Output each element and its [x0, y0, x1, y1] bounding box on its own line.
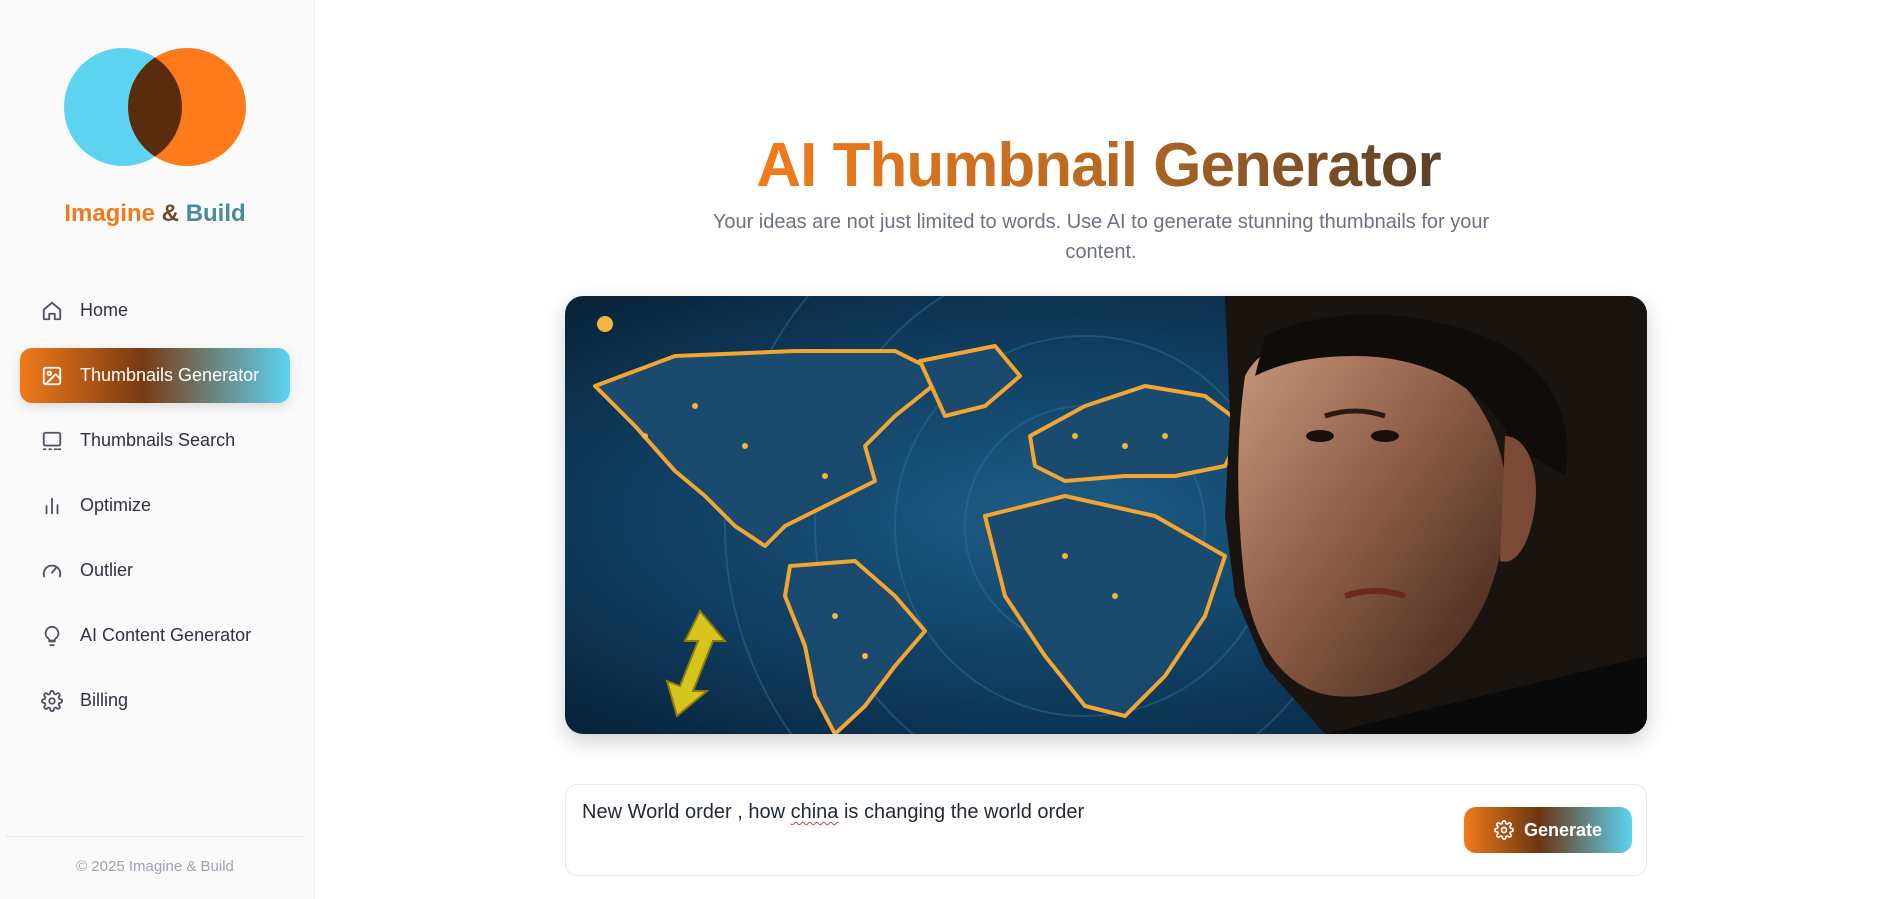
brand-part-2: &	[155, 200, 186, 227]
generated-thumbnail-image[interactable]	[565, 296, 1647, 734]
lightbulb-icon	[40, 624, 64, 648]
sidebar-item-optimize[interactable]: Optimize	[20, 478, 290, 533]
sidebar-item-billing[interactable]: Billing	[20, 673, 290, 728]
sidebar-item-label: Optimize	[80, 495, 152, 515]
sidebar-item-label: Thumbnails Search	[80, 430, 236, 450]
sidebar-divider	[6, 836, 304, 837]
sidebar-item-thumbnails-generator[interactable]: Thumbnails Generator	[20, 348, 290, 403]
sidebar-item-label: AI Content Generator	[80, 625, 252, 645]
page-subtitle: Your ideas are not just limited to words…	[712, 211, 1490, 263]
brand-part-3: Build	[185, 200, 246, 227]
copyright-text: © 2025 Imagine & Build	[76, 858, 234, 875]
generate-button[interactable]: Generate	[1464, 807, 1632, 853]
prompt-text[interactable]: New World order , how china is changing …	[582, 801, 1084, 824]
app: Imagine & Build Home Thumbnails Generato…	[0, 0, 1881, 899]
sidebar-item-ai-content-generator[interactable]: AI Content Generator	[20, 608, 290, 663]
gear-icon	[40, 689, 64, 713]
page-title-text: AI Thumbnail Generator	[756, 131, 1441, 200]
sidebar-item-thumbnails-search[interactable]: Thumbnails Search	[20, 413, 290, 468]
gauge-icon	[40, 559, 64, 583]
main-content: AI Thumbnail Generator Your ideas are no…	[316, 0, 1881, 899]
monitor-icon	[40, 429, 64, 453]
sidebar-item-label: Billing	[80, 690, 129, 710]
sidebar-item-label: Outlier	[80, 560, 134, 580]
prompt-text-part: is changing the world order	[838, 801, 1085, 823]
prompt-input[interactable]: New World order , how china is changing …	[565, 784, 1647, 876]
brand-name: Imagine & Build	[0, 200, 310, 228]
brand-logo[interactable]	[64, 48, 246, 166]
generate-button-label: Generate	[1523, 819, 1603, 840]
sidebar-item-label: Thumbnails Generator	[80, 365, 260, 385]
gear-icon	[1494, 820, 1514, 840]
sidebar-item-outlier[interactable]: Outlier	[20, 543, 290, 598]
image-icon	[40, 364, 64, 388]
prompt-text-part: New World order , how	[582, 801, 791, 823]
prompt-misspelled-word: china	[790, 801, 839, 823]
page-title: AI Thumbnail Generator	[316, 130, 1881, 201]
brand-part-1: Imagine	[64, 200, 156, 227]
sidebar-nav: Home Thumbnails Generator Thumbnails Sea…	[20, 283, 290, 738]
sidebar: Imagine & Build Home Thumbnails Generato…	[0, 0, 315, 899]
bar-chart-icon	[40, 494, 64, 518]
home-icon	[40, 299, 64, 323]
sidebar-item-home[interactable]: Home	[20, 283, 290, 338]
sidebar-item-label: Home	[80, 300, 129, 320]
